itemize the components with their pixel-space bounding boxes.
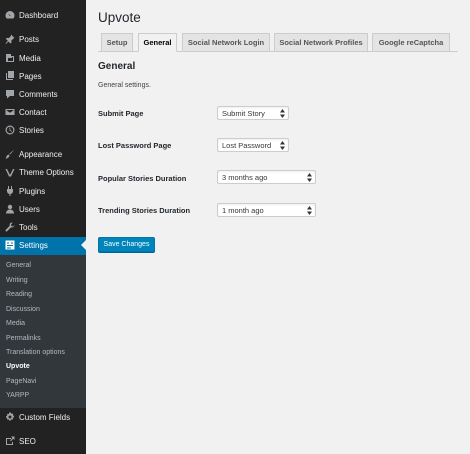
nav-label: Theme Options bbox=[19, 168, 74, 177]
gear-icon bbox=[5, 412, 15, 422]
nav-label: Appearance bbox=[19, 150, 63, 159]
nav-label: Contact bbox=[19, 108, 47, 117]
popular-stories-duration-label: Popular Stories Duration bbox=[98, 174, 187, 183]
nav-label: Plugins bbox=[19, 187, 46, 196]
nav-item-stories[interactable]: Stories bbox=[0, 122, 86, 139]
nav-item-appearance[interactable]: Appearance bbox=[0, 146, 86, 163]
nav-label: Media bbox=[19, 54, 41, 63]
pages-icon bbox=[5, 71, 15, 81]
trending-stories-duration-select[interactable]: 1 month ago bbox=[217, 203, 316, 217]
section-description: General settings. bbox=[98, 82, 151, 89]
nav-label: Posts bbox=[19, 35, 40, 44]
trending-stories-duration-label: Trending Stories Duration bbox=[98, 206, 191, 215]
dashboard-icon bbox=[5, 10, 15, 20]
select-value: Lost Password bbox=[222, 141, 272, 150]
nav-label: Pages bbox=[19, 72, 42, 81]
users-icon bbox=[5, 204, 15, 214]
nav-item-theme-options[interactable]: Theme Options bbox=[0, 164, 86, 181]
nav-item-posts[interactable]: Posts bbox=[0, 31, 86, 48]
tab-google-recaptcha[interactable]: Google reCaptcha bbox=[372, 33, 450, 52]
admin-sidebar: Dashboard Posts Media Pages Comments Con… bbox=[0, 0, 86, 454]
nav-label: Stories bbox=[19, 126, 44, 135]
seo-icon bbox=[5, 436, 15, 446]
submenu-item-media[interactable]: Media bbox=[6, 320, 25, 328]
submenu-item-pagenavi[interactable]: PageNavi bbox=[6, 378, 36, 386]
nav-item-pages[interactable]: Pages bbox=[0, 68, 86, 85]
nav-label: SEO bbox=[19, 437, 36, 446]
nav-label: Dashboard bbox=[19, 11, 59, 20]
submenu-item-yarpp[interactable]: YARPP bbox=[6, 392, 29, 400]
media-icon bbox=[5, 53, 15, 63]
nav-item-seo[interactable]: SEO bbox=[0, 433, 86, 450]
wrench-icon bbox=[5, 222, 15, 232]
settings-icon bbox=[5, 240, 15, 250]
select-arrows-icon bbox=[307, 206, 312, 215]
select-value: Submit Story bbox=[222, 109, 265, 118]
submenu-item-upvote[interactable]: Upvote bbox=[6, 363, 30, 371]
pin-icon bbox=[5, 34, 15, 44]
nav-item-plugins[interactable]: Plugins bbox=[0, 183, 86, 200]
tab-general[interactable]: General bbox=[138, 33, 177, 52]
nav-item-comments[interactable]: Comments bbox=[0, 86, 86, 103]
submenu-item-general[interactable]: General bbox=[6, 262, 31, 270]
section-title: General bbox=[98, 61, 136, 72]
clock-icon bbox=[5, 125, 15, 135]
plug-icon bbox=[5, 186, 15, 196]
comments-icon bbox=[5, 89, 15, 99]
nav-label: Custom Fields bbox=[19, 413, 71, 422]
nav-label: Users bbox=[19, 205, 40, 214]
nav-label: Tools bbox=[19, 223, 38, 232]
nav-label: Comments bbox=[19, 90, 58, 99]
page-title: Upvote bbox=[98, 10, 141, 25]
select-arrows-icon bbox=[280, 141, 285, 150]
tab-setup[interactable]: Setup bbox=[101, 33, 133, 52]
settings-submenu: General Writing Reading Discussion Media… bbox=[0, 255, 86, 408]
select-value: 3 months ago bbox=[222, 173, 268, 182]
nav-item-contact[interactable]: Contact bbox=[0, 104, 86, 121]
nav-item-users[interactable]: Users bbox=[0, 201, 86, 218]
lost-password-page-label: Lost Password Page bbox=[98, 141, 172, 150]
lost-password-page-select[interactable]: Lost Password bbox=[217, 138, 289, 152]
submenu-item-writing[interactable]: Writing bbox=[6, 277, 28, 285]
star-icon bbox=[5, 167, 15, 177]
nav-item-custom-fields[interactable]: Custom Fields bbox=[0, 409, 86, 426]
submit-page-select[interactable]: Submit Story bbox=[217, 106, 289, 120]
save-changes-button[interactable]: Save Changes bbox=[98, 237, 155, 252]
nav-label: Settings bbox=[19, 241, 48, 250]
nav-item-settings[interactable]: Settings bbox=[0, 237, 86, 255]
tab-social-network-login[interactable]: Social Network Login bbox=[182, 33, 270, 52]
submenu-item-permalinks[interactable]: Permalinks bbox=[6, 335, 41, 343]
brush-icon bbox=[5, 149, 15, 159]
mail-icon bbox=[5, 107, 15, 117]
nav-item-media[interactable]: Media bbox=[0, 50, 86, 67]
select-arrows-icon bbox=[307, 173, 312, 182]
submit-page-label: Submit Page bbox=[98, 109, 144, 118]
submenu-item-discussion[interactable]: Discussion bbox=[6, 306, 40, 314]
nav-item-tools[interactable]: Tools bbox=[0, 219, 86, 236]
select-value: 1 month ago bbox=[222, 206, 264, 215]
popular-stories-duration-select[interactable]: 3 months ago bbox=[217, 170, 316, 184]
tab-social-network-profiles[interactable]: Social Network Profiles bbox=[274, 33, 368, 52]
submenu-item-reading[interactable]: Reading bbox=[6, 291, 32, 299]
nav-item-dashboard[interactable]: Dashboard bbox=[0, 7, 86, 24]
select-arrows-icon bbox=[280, 109, 285, 118]
submenu-item-translation-options[interactable]: Translation options bbox=[6, 349, 65, 357]
